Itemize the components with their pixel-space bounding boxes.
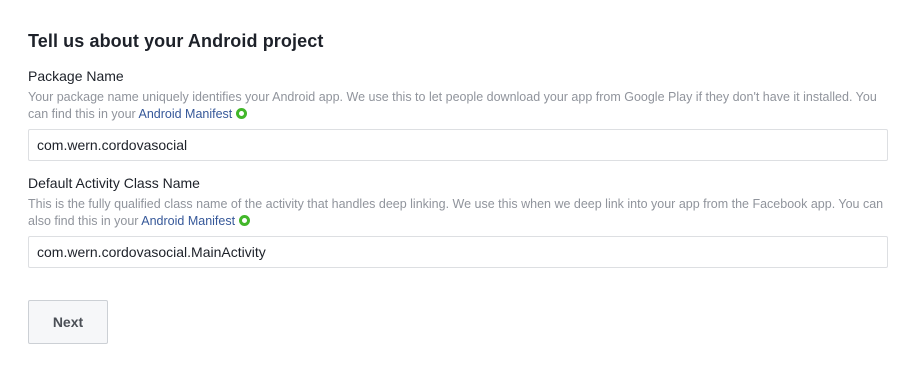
activity-class-input[interactable] [28,236,888,268]
green-ring-icon [239,215,251,226]
activity-class-help: This is the fully qualified class name o… [28,196,898,230]
activity-class-label: Default Activity Class Name [28,175,200,191]
package-android-manifest-link[interactable]: Android Manifest [138,107,232,121]
package-name-label: Package Name [28,68,124,84]
next-button[interactable]: Next [28,300,108,344]
package-name-help: Your package name uniquely identifies yo… [28,89,898,123]
android-project-form: Tell us about your Android project Packa… [0,0,915,373]
section-title: Tell us about your Android project [28,31,324,51]
package-name-input[interactable] [28,129,888,161]
green-ring-icon [236,108,248,119]
activity-android-manifest-link[interactable]: Android Manifest [141,214,235,228]
